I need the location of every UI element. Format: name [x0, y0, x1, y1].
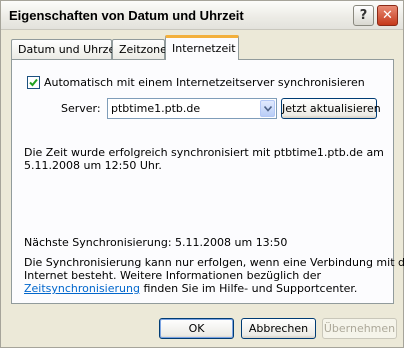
window-title: Eigenschaften von Datum und Uhrzeit — [9, 8, 244, 23]
tab-label: Zeitzone — [119, 43, 167, 56]
info-line-1: Die Synchronisierung kann nur erfolgen, … — [24, 256, 404, 269]
apply-button: Übernehmen — [322, 318, 397, 339]
title-bar[interactable]: Eigenschaften von Datum und Uhrzeit ? ✕ — [1, 1, 403, 30]
tab-zeitzone[interactable]: Zeitzone — [112, 39, 167, 59]
tab-label: Internetzeit — [172, 42, 236, 55]
help-icon: ? — [359, 8, 368, 23]
next-sync-text: Nächste Synchronisierung: 5.11.2008 um 1… — [24, 236, 288, 249]
info-line-2: Internet besteht. Weitere Informationen … — [24, 269, 321, 282]
info-line-3: Zeitsynchronisierung finden Sie im Hilfe… — [24, 282, 357, 295]
time-sync-help-link[interactable]: Zeitsynchronisierung — [24, 282, 140, 295]
server-label: Server: — [61, 102, 101, 115]
chevron-down-icon — [264, 106, 272, 112]
close-icon: ✕ — [382, 8, 393, 23]
cancel-button[interactable]: Abbrechen — [241, 318, 316, 339]
ok-button[interactable]: OK — [159, 318, 234, 339]
status-line-1: Die Zeit wurde erfolgreich synchronisier… — [24, 146, 384, 159]
server-dropdown-button[interactable] — [260, 100, 275, 117]
tab-internetzeit[interactable]: Internetzeit — [165, 35, 239, 60]
server-value: ptbtime1.ptb.de — [111, 102, 201, 115]
help-button[interactable]: ? — [353, 5, 374, 26]
server-select[interactable]: ptbtime1.ptb.de — [107, 98, 277, 119]
info-line-3-text: finden Sie im Hilfe- und Supportcenter. — [139, 282, 358, 295]
tab-datum-und-uhrzeit[interactable]: Datum und Uhrzeit — [11, 39, 123, 59]
tab-label: Datum und Uhrzeit — [18, 43, 123, 56]
auto-sync-checkbox[interactable] — [27, 76, 40, 89]
close-button[interactable]: ✕ — [377, 5, 398, 26]
update-now-button[interactable]: Jetzt aktualisieren — [281, 98, 381, 119]
checkmark-icon — [29, 78, 38, 87]
dialog-window: Eigenschaften von Datum und Uhrzeit ? ✕ … — [0, 0, 404, 348]
auto-sync-label[interactable]: Automatisch mit einem Internetzeitserver… — [44, 76, 365, 89]
status-line-2: 5.11.2008 um 12:50 Uhr. — [24, 159, 162, 172]
